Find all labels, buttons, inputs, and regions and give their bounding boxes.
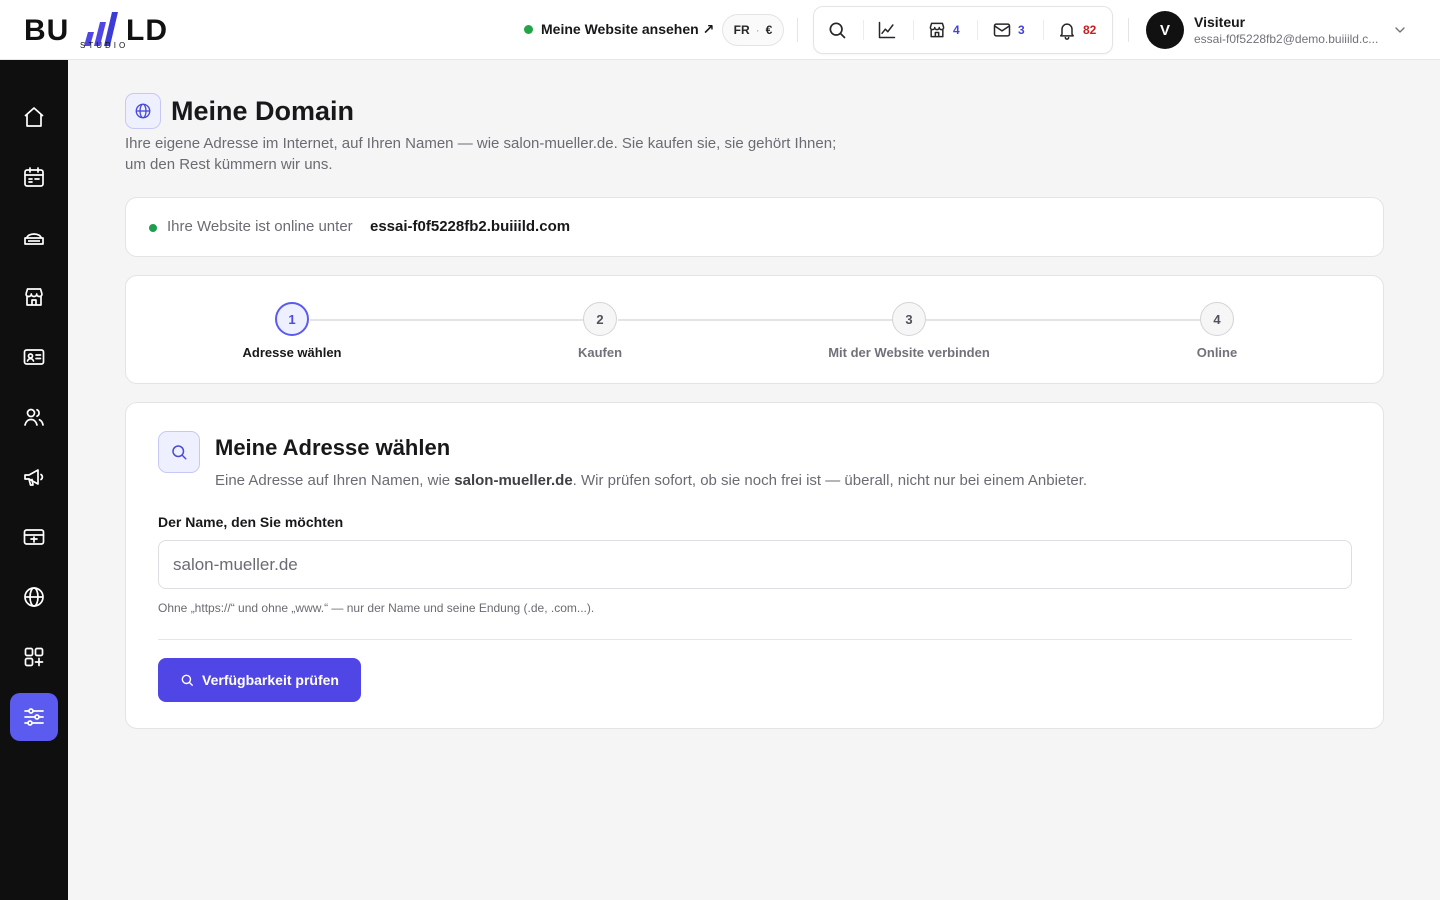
step-4-marker[interactable]: 4	[1200, 302, 1234, 336]
sidebar-item-payments[interactable]	[10, 513, 58, 561]
separator-dot: ·	[755, 23, 760, 37]
top-bar: BU LD STUDIO Meine Website ansehen ↗ FR …	[0, 0, 1440, 60]
home-icon	[24, 107, 44, 127]
search-button[interactable]	[827, 7, 847, 53]
website-status-card: Ihre Website ist online unter essai-f0f5…	[125, 197, 1384, 257]
services-icon	[24, 233, 44, 245]
form-description: Eine Adresse auf Ihren Namen, wie salon-…	[215, 472, 1087, 489]
currency-label: €	[765, 23, 773, 37]
shop-count-badge: 4	[953, 23, 960, 37]
megaphone-icon	[24, 469, 44, 486]
toolbar-divider	[1043, 20, 1044, 40]
logo-text-right: LD	[126, 14, 168, 47]
domain-field-hint: Ohne „https://“ und ohne „www.“ — nur de…	[158, 601, 595, 615]
domain-header-icon	[125, 93, 161, 129]
users-icon	[24, 408, 44, 426]
sidebar-item-calendar[interactable]	[10, 153, 58, 201]
page-title: Meine Domain	[171, 96, 355, 126]
language-currency-switcher[interactable]: FR · €	[722, 14, 784, 46]
sidebar-item-domain[interactable]	[10, 573, 58, 621]
view-website-link[interactable]: Meine Website ansehen ↗	[524, 18, 714, 40]
toolbar-divider	[913, 20, 914, 40]
apps-icon	[24, 647, 44, 667]
form-divider	[158, 639, 1352, 640]
logo-subtitle: STUDIO	[80, 41, 129, 50]
user-email: essai-f0f5228fb2@demo.buiiild.c...	[1194, 32, 1379, 46]
user-name: Visiteur	[1194, 14, 1246, 30]
header-toolbar: 4 3 82	[813, 6, 1113, 54]
logo[interactable]: BU LD STUDIO	[24, 8, 184, 52]
sidebar-item-contacts[interactable]	[10, 333, 58, 381]
check-availability-label: Verfügbarkeit prüfen	[202, 672, 339, 688]
sidebar-item-services[interactable]	[10, 213, 58, 261]
step-4-label: Online	[1196, 345, 1238, 360]
sidebar-item-home[interactable]	[10, 93, 58, 141]
store-icon	[929, 22, 945, 38]
language-label: FR	[733, 23, 750, 37]
settings-sliders-icon	[24, 708, 44, 726]
search-icon	[181, 674, 193, 686]
step-2-marker[interactable]: 2	[583, 302, 617, 336]
notifications-button[interactable]: 82	[1057, 7, 1096, 53]
header-divider	[1128, 18, 1129, 42]
statistics-button[interactable]	[877, 7, 897, 53]
search-icon	[829, 22, 846, 39]
logo-text-left: BU	[24, 14, 70, 47]
chart-line-icon	[878, 21, 896, 39]
sidebar-item-marketing[interactable]	[10, 453, 58, 501]
search-icon	[172, 445, 187, 460]
shop-button[interactable]: 4	[927, 7, 960, 53]
toolbar-divider	[977, 20, 978, 40]
step-1-label: Adresse wählen	[242, 345, 342, 360]
form-header-icon	[158, 431, 200, 473]
step-connector	[618, 319, 893, 321]
avatar: V	[1146, 11, 1184, 49]
bell-icon	[1060, 23, 1074, 40]
step-connector	[926, 319, 1200, 321]
sidebar-item-apps[interactable]	[10, 633, 58, 681]
form-title: Meine Adresse wählen	[215, 435, 451, 460]
step-connector	[310, 319, 584, 321]
calendar-icon	[24, 167, 44, 187]
online-status-dot	[149, 224, 157, 232]
sidebar	[0, 60, 68, 900]
form-description-end: . Wir prüfen sofort, ob sie noch frei is…	[572, 472, 1088, 489]
check-availability-button[interactable]: Verfügbarkeit prüfen	[158, 658, 361, 702]
mail-count-badge: 3	[1018, 23, 1025, 37]
messages-button[interactable]: 3	[992, 7, 1025, 53]
choose-address-card: Meine Adresse wählen Eine Adresse auf Ih…	[125, 402, 1384, 729]
form-description-example: salon-mueller.de	[454, 472, 573, 489]
sidebar-item-shop[interactable]	[10, 273, 58, 321]
sidebar-item-settings[interactable]	[10, 693, 58, 741]
user-menu[interactable]: V Visiteur essai-f0f5228fb2@demo.buiiild…	[1146, 10, 1416, 50]
online-dot	[524, 24, 533, 34]
view-website-label: Meine Website ansehen ↗	[541, 20, 715, 37]
step-3-marker[interactable]: 3	[892, 302, 926, 336]
domain-stepper: 1 2 3 4 Adresse wählen Kaufen Mit der We…	[125, 275, 1384, 384]
mail-icon	[993, 23, 1011, 37]
contact-card-icon	[23, 349, 45, 365]
globe-icon	[24, 587, 44, 607]
payment-card-icon	[23, 529, 45, 545]
domain-name-input[interactable]	[158, 540, 1352, 589]
chevron-down-icon	[1395, 27, 1405, 33]
store-icon	[25, 288, 43, 306]
page-description: Ihre eigene Adresse im Internet, auf Ihr…	[125, 135, 837, 173]
sidebar-item-customers[interactable]	[10, 393, 58, 441]
notification-count-badge: 82	[1083, 23, 1097, 37]
toolbar-divider	[863, 20, 864, 40]
step-3-label: Mit der Website verbinden	[828, 345, 990, 360]
step-2-label: Kaufen	[577, 345, 623, 360]
status-text: Ihre Website ist online unter	[167, 218, 353, 235]
step-1-marker[interactable]: 1	[275, 302, 309, 336]
domain-field-label: Der Name, den Sie möchten	[158, 514, 344, 530]
form-description-start: Eine Adresse auf Ihren Namen, wie	[215, 472, 455, 489]
current-domain: essai-f0f5228fb2.buiiild.com	[370, 218, 571, 235]
globe-icon	[135, 103, 151, 119]
header-divider	[797, 18, 798, 42]
